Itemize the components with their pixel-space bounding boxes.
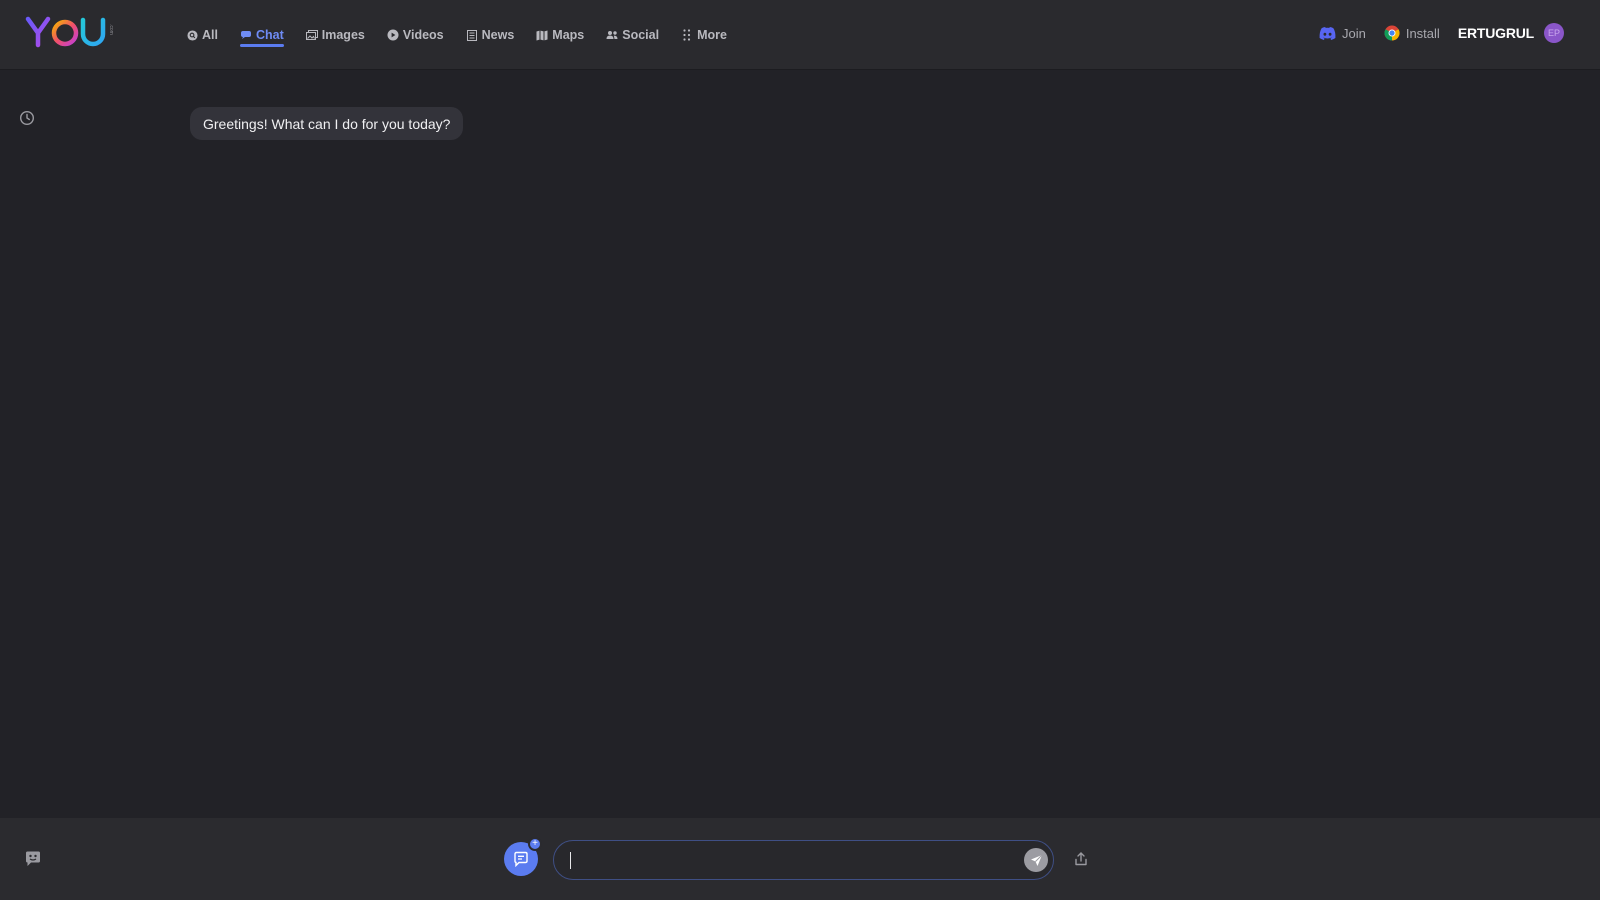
send-icon: [1030, 854, 1042, 866]
composer-bar: +: [0, 818, 1600, 900]
tab-all-label: All: [202, 28, 218, 42]
tab-videos-label: Videos: [402, 28, 444, 42]
tab-images-label: Images: [321, 28, 365, 42]
logo-suffix: .com: [108, 24, 114, 35]
chrome-icon: [1384, 25, 1400, 41]
assistant-message-text: Greetings! What can I do for you today?: [203, 115, 451, 132]
share-icon[interactable]: [1073, 851, 1089, 867]
header-actions: Join Install ERTUGRUL EP: [1319, 0, 1564, 66]
tab-maps[interactable]: Maps: [525, 0, 595, 70]
install-label: Install: [1405, 25, 1440, 41]
chat-icon: [240, 29, 252, 41]
tab-more[interactable]: More: [670, 0, 738, 70]
send-button[interactable]: [1024, 848, 1048, 872]
you-logo[interactable]: .com: [25, 14, 117, 50]
tab-more-label: More: [697, 28, 727, 42]
join-label: Join: [1341, 25, 1366, 41]
search-circle-icon: [186, 29, 198, 41]
plus-icon: +: [528, 837, 542, 851]
join-discord-button[interactable]: Join: [1319, 26, 1366, 41]
chat-input[interactable]: [554, 841, 1053, 879]
username[interactable]: ERTUGRUL: [1458, 25, 1534, 41]
tab-news[interactable]: News: [455, 0, 526, 70]
discord-icon: [1319, 26, 1336, 40]
chat-input-container: [553, 840, 1054, 880]
install-extension-button[interactable]: Install: [1384, 25, 1440, 41]
chat-bubble-icon: [514, 851, 528, 867]
news-icon: [466, 29, 478, 41]
new-chat-button[interactable]: +: [504, 837, 542, 876]
main-nav: All Chat Images Videos News Maps Social …: [186, 0, 738, 70]
top-navbar: .com All Chat Images Videos News Maps So…: [0, 0, 1600, 70]
tab-videos[interactable]: Videos: [376, 0, 455, 70]
text-cursor: [570, 852, 571, 869]
tab-all[interactable]: All: [186, 0, 229, 70]
tab-news-label: News: [481, 28, 515, 42]
tab-social-label: Social: [622, 28, 660, 42]
people-icon: [606, 29, 618, 41]
tab-images[interactable]: Images: [295, 0, 376, 70]
play-icon: [387, 29, 399, 41]
tab-chat[interactable]: Chat: [229, 0, 295, 70]
history-icon[interactable]: [19, 110, 35, 126]
assistant-message-bubble: Greetings! What can I do for you today?: [190, 107, 464, 140]
images-icon: [305, 29, 318, 41]
tab-social[interactable]: Social: [595, 0, 670, 70]
tab-maps-label: Maps: [552, 28, 585, 42]
avatar[interactable]: EP: [1544, 23, 1564, 43]
grid-dots-icon: [681, 29, 693, 41]
map-icon: [536, 29, 548, 41]
tab-chat-label: Chat: [255, 28, 284, 42]
feedback-icon[interactable]: [24, 850, 42, 868]
